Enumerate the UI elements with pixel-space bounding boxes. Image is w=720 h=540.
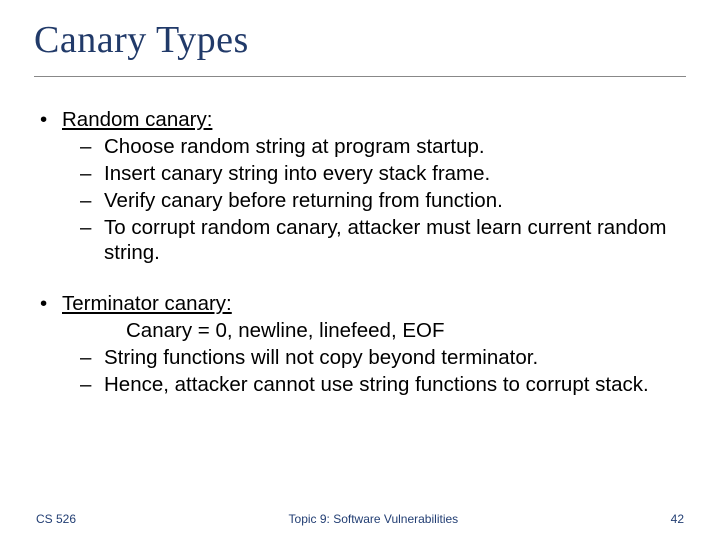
random-item-3: Verify canary before returning from func… <box>62 188 686 213</box>
terminator-item-1: String functions will not copy beyond te… <box>62 345 686 370</box>
terminator-item-2: Hence, attacker cannot use string functi… <box>62 372 686 397</box>
footer-course: CS 526 <box>36 512 76 526</box>
random-item-4: To corrupt random canary, attacker must … <box>62 215 686 265</box>
random-head: Random canary: <box>62 107 212 132</box>
footer-topic: Topic 9: Software Vulnerabilities <box>36 512 684 526</box>
footer-page: 42 <box>671 512 684 526</box>
terminator-sublist: String functions will not copy beyond te… <box>62 345 686 397</box>
title-container: Canary Types <box>34 18 686 77</box>
random-item-2: Insert canary string into every stack fr… <box>62 161 686 186</box>
terminator-head: Terminator canary: <box>62 291 232 316</box>
bullet-list: Random canary: Choose random string at p… <box>34 107 686 397</box>
slide-body: Random canary: Choose random string at p… <box>34 107 686 397</box>
terminator-formula: Canary = 0, newline, linefeed, EOF <box>62 318 686 343</box>
bullet-terminator: Terminator canary: Canary = 0, newline, … <box>34 291 686 397</box>
slide: Canary Types Random canary: Choose rando… <box>0 0 720 540</box>
slide-title: Canary Types <box>34 18 686 62</box>
random-sublist: Choose random string at program startup.… <box>62 134 686 265</box>
bullet-random: Random canary: Choose random string at p… <box>34 107 686 265</box>
slide-footer: CS 526 42 Topic 9: Software Vulnerabilit… <box>0 512 720 526</box>
random-item-1: Choose random string at program startup. <box>62 134 686 159</box>
